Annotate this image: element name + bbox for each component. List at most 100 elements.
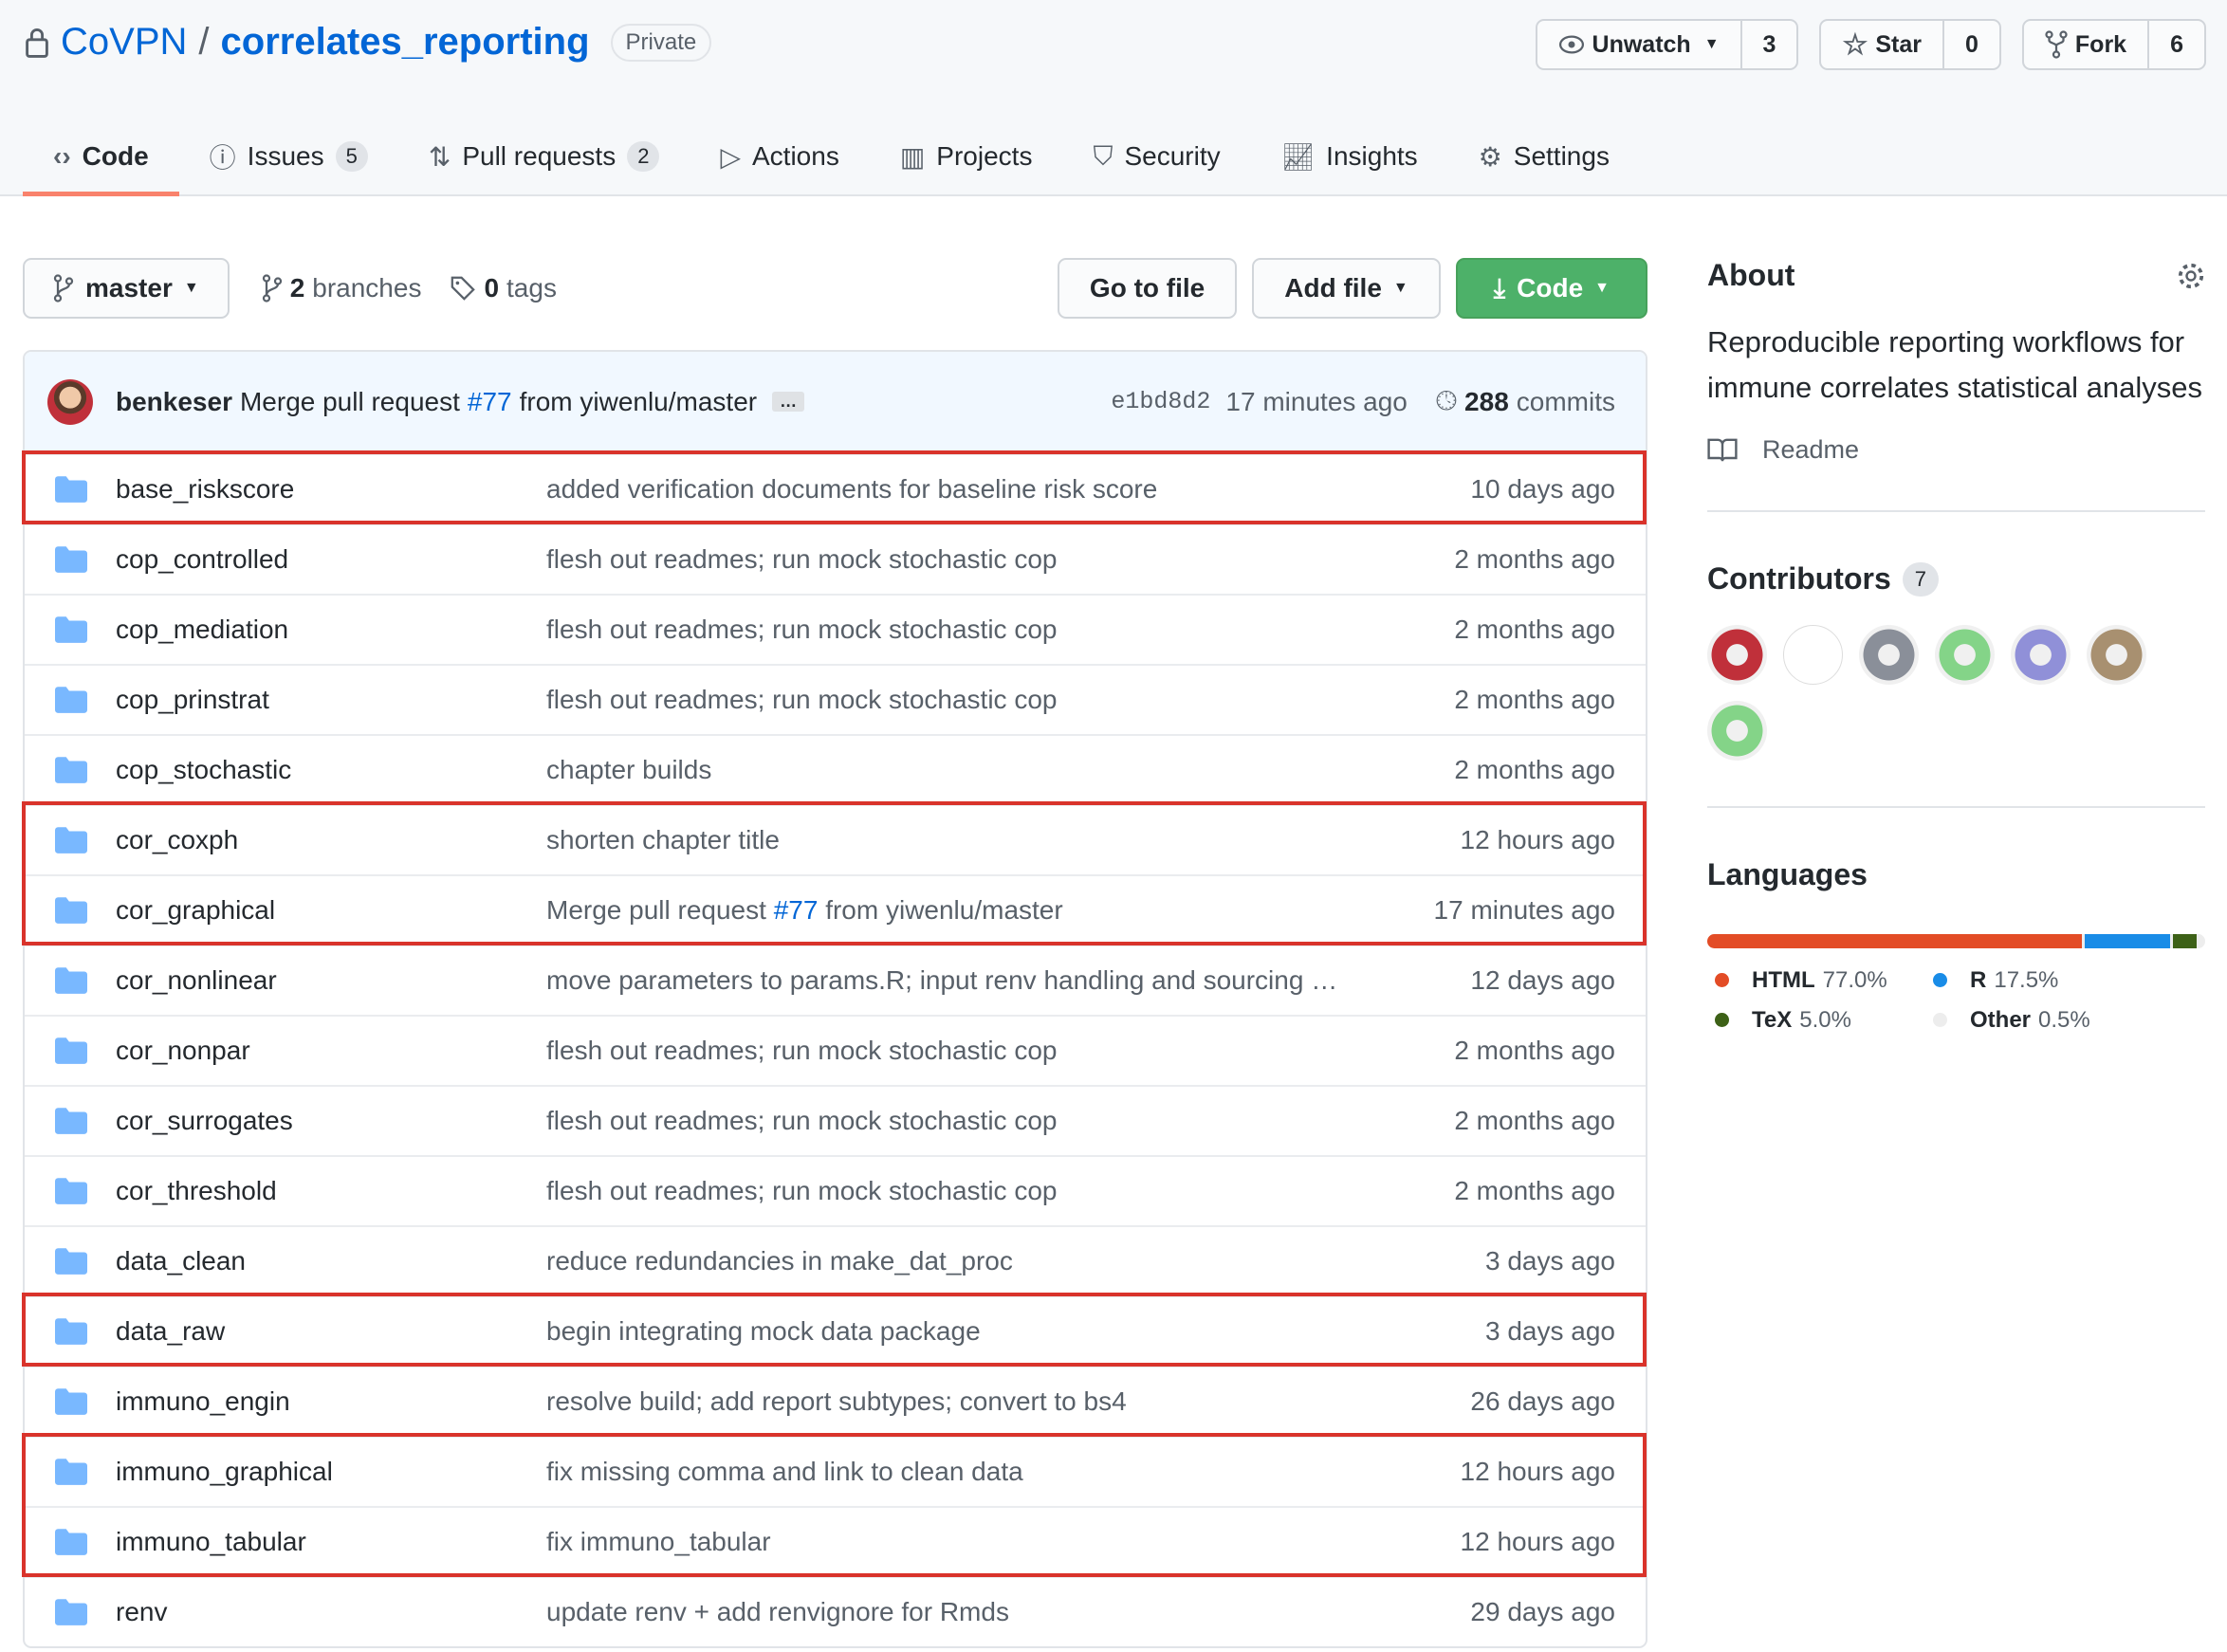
contributor-avatar[interactable] <box>2087 625 2146 685</box>
go-to-file-button[interactable]: Go to file <box>1057 258 1238 319</box>
pull-request-icon: ⇅ <box>428 141 451 172</box>
commit-message[interactable]: shorten chapter title <box>546 825 780 854</box>
contributor-avatar[interactable] <box>1935 625 1995 685</box>
code-download-button[interactable]: ⤓ Code ▼ <box>1455 258 1647 319</box>
tags-link[interactable]: 0 tags <box>450 273 557 303</box>
star-button[interactable]: ☆ Star <box>1821 21 1944 68</box>
avatar[interactable] <box>47 378 93 425</box>
file-name[interactable]: cor_threshold <box>87 1176 546 1206</box>
commits-count[interactable]: 288 <box>1464 387 1509 417</box>
star-icon: ☆ <box>1842 28 1868 61</box>
commit-message[interactable]: resolve build; add report subtypes; conv… <box>546 1386 1127 1416</box>
repo-name-link[interactable]: correlates_reporting <box>221 21 590 64</box>
file-name[interactable]: immuno_tabular <box>87 1527 546 1557</box>
tab-issues[interactable]: ⓘ Issues 5 <box>179 121 398 196</box>
branches-link[interactable]: 2 branches <box>262 273 421 303</box>
tab-label: Projects <box>936 141 1033 171</box>
readme-link[interactable]: Readme <box>1707 435 2205 465</box>
commit-message[interactable]: flesh out readmes; run mock stochastic c… <box>546 1106 1057 1135</box>
contributors-title[interactable]: Contributors <box>1707 561 1891 597</box>
file-name[interactable]: renv <box>87 1597 546 1627</box>
add-file-button[interactable]: Add file ▼ <box>1252 258 1441 319</box>
commit-message[interactable]: fix missing comma and link to clean data <box>546 1457 1023 1486</box>
tab-actions[interactable]: ▷ Actions <box>690 121 869 196</box>
contributor-avatar[interactable] <box>1783 625 1843 685</box>
contributor-avatar[interactable] <box>1707 701 1767 761</box>
tab-insights[interactable]: 📈︎ Insights <box>1251 121 1448 196</box>
file-name[interactable]: cop_mediation <box>87 615 546 645</box>
file-name[interactable]: base_riskscore <box>87 474 546 505</box>
repo-owner-link[interactable]: CoVPN <box>61 21 187 64</box>
folder-icon <box>55 1599 87 1625</box>
commit-message[interactable]: flesh out readmes; run mock stochastic c… <box>546 544 1057 574</box>
tab-projects[interactable]: ▥ Projects <box>870 121 1063 196</box>
language-segment <box>2085 934 2170 948</box>
language-item[interactable]: Other 0.5% <box>1925 1007 2172 1034</box>
commit-message[interactable]: chapter builds <box>546 755 711 784</box>
commit-message[interactable]: fix immuno_tabular <box>546 1527 771 1556</box>
tab-security[interactable]: ⛉ Security <box>1062 121 1250 196</box>
commit-message[interactable]: flesh out readmes; run mock stochastic c… <box>546 615 1057 644</box>
file-commit: flesh out readmes; run mock stochastic c… <box>546 615 1369 645</box>
file-commit: update renv + add renvignore for Rmds <box>546 1597 1369 1627</box>
star-button-group: ☆ Star 0 <box>1819 19 2001 70</box>
contributor-avatar[interactable] <box>2011 625 2071 685</box>
language-item[interactable]: HTML 77.0% <box>1707 967 1925 994</box>
forks-count[interactable]: 6 <box>2149 21 2204 68</box>
file-name[interactable]: immuno_graphical <box>87 1457 546 1487</box>
file-name[interactable]: cop_prinstrat <box>87 685 546 715</box>
file-name[interactable]: cor_nonpar <box>87 1036 546 1066</box>
file-name[interactable]: cor_coxph <box>87 825 546 855</box>
file-row: data_clean reduce redundancies in make_da… <box>25 1225 1646 1295</box>
tab-code[interactable]: ‹› Code <box>23 121 179 196</box>
commit-message[interactable]: flesh out readmes; run mock stochastic c… <box>546 1036 1057 1065</box>
file-name[interactable]: cor_surrogates <box>87 1106 546 1136</box>
unwatch-button[interactable]: Unwatch ▼ <box>1537 21 1742 68</box>
tab-settings[interactable]: ⚙ Settings <box>1448 121 1640 196</box>
fork-button[interactable]: Fork <box>2024 21 2150 68</box>
contributor-avatar[interactable] <box>1707 625 1767 685</box>
stars-count[interactable]: 0 <box>1944 21 1999 68</box>
commit-author[interactable]: benkeser <box>116 387 232 417</box>
graph-icon: 📈︎ <box>1280 141 1316 172</box>
fork-button-group: Fork 6 <box>2021 19 2206 70</box>
commit-message[interactable]: Merge pull request <box>546 895 766 925</box>
file-name[interactable]: immuno_engin <box>87 1386 546 1417</box>
file-age: 2 months ago <box>1454 544 1615 574</box>
commit-message[interactable]: flesh out readmes; run mock stochastic c… <box>546 1176 1057 1205</box>
gear-icon[interactable] <box>2177 262 2205 290</box>
file-row: cor_nonlinear move parameters to params.R… <box>25 945 1646 1015</box>
folder-icon <box>55 476 87 503</box>
contributor-avatar[interactable] <box>1859 625 1919 685</box>
commit-sha[interactable]: e1bd8d2 <box>1111 388 1210 415</box>
book-icon <box>1707 438 1738 461</box>
commit-message[interactable]: begin integrating mock data package <box>546 1316 981 1346</box>
file-name[interactable]: cop_controlled <box>87 544 546 575</box>
watchers-count[interactable]: 3 <box>1742 21 1797 68</box>
language-item[interactable]: R 17.5% <box>1925 967 2172 994</box>
commit-message-rest[interactable]: from yiwenlu/master <box>520 387 758 417</box>
file-commit: fix missing comma and link to clean data <box>546 1457 1369 1487</box>
language-percent: 17.5% <box>1994 967 2059 993</box>
file-name[interactable]: data_clean <box>87 1246 546 1276</box>
commit-message[interactable]: reduce redundancies in make_dat_proc <box>546 1246 1013 1276</box>
file-name[interactable]: cor_graphical <box>87 895 546 926</box>
commit-message[interactable]: Merge pull request <box>240 387 460 417</box>
expand-message-button[interactable]: … <box>772 392 805 412</box>
commits-label[interactable]: commits <box>1517 387 1615 417</box>
branch-select[interactable]: master ▼ <box>23 258 230 319</box>
commit-message-rest[interactable]: from yiwenlu/master <box>825 895 1063 925</box>
tab-label: Pull requests <box>462 141 617 171</box>
commit-pr-link[interactable]: #77 <box>468 387 512 417</box>
tab-pull-requests[interactable]: ⇅ Pull requests 2 <box>398 121 690 196</box>
file-name[interactable]: data_raw <box>87 1316 546 1347</box>
file-name[interactable]: cop_stochastic <box>87 755 546 785</box>
commit-message[interactable]: added verification documents for baselin… <box>546 474 1157 504</box>
language-item[interactable]: TeX 5.0% <box>1707 1007 1925 1034</box>
commit-message[interactable]: move parameters to params.R; input renv … <box>546 965 1337 995</box>
commit-message[interactable]: update renv + add renvignore for Rmds <box>546 1597 1009 1626</box>
language-segment <box>1707 934 2083 948</box>
commit-message[interactable]: flesh out readmes; run mock stochastic c… <box>546 685 1057 714</box>
pr-link[interactable]: #77 <box>774 895 819 925</box>
file-name[interactable]: cor_nonlinear <box>87 965 546 996</box>
